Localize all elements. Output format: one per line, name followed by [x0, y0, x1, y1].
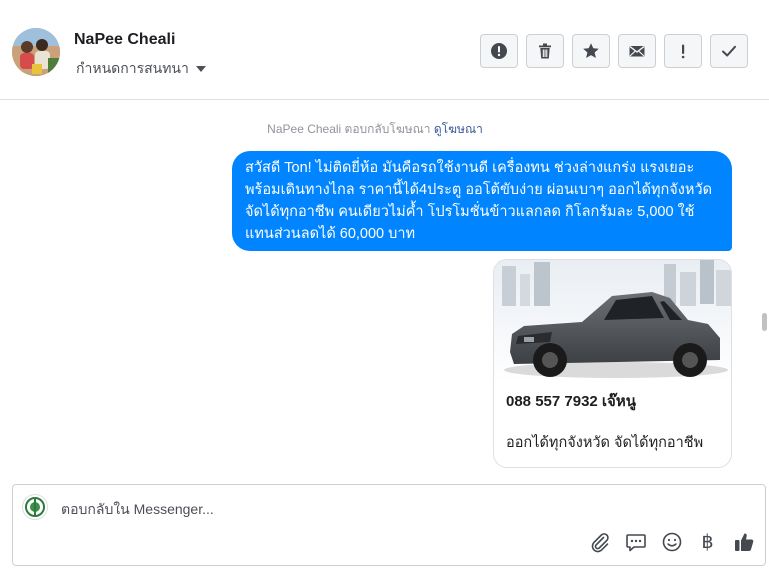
avatar-photo: [12, 28, 60, 76]
mark-done-button[interactable]: [710, 34, 748, 68]
star-button[interactable]: [572, 34, 610, 68]
smiley-icon: [662, 532, 681, 551]
ad-card-title: 088 557 7932 เจ๊หนู: [506, 393, 636, 410]
conversation-settings-label: กำหนดการสนทนา: [76, 60, 189, 76]
contact-name[interactable]: NaPee Cheali: [74, 31, 175, 49]
page-logo-icon: [24, 496, 46, 518]
mark-unread-button[interactable]: [618, 34, 656, 68]
delete-button[interactable]: [526, 34, 564, 68]
mark-spam-button[interactable]: [480, 34, 518, 68]
check-icon: [722, 45, 736, 57]
thread-scrollbar-thumb[interactable]: [762, 313, 767, 331]
contact-avatar[interactable]: [12, 28, 60, 76]
exclamation-icon: [681, 44, 685, 59]
message-thread[interactable]: NaPee Cheali ตอบกลับโฆษณา ดูโฆษณา สวัสดี…: [0, 100, 760, 472]
ad-reply-notice: NaPee Cheali ตอบกลับโฆษณา ดูโฆษณา: [0, 120, 750, 139]
conversation-settings-dropdown[interactable]: กำหนดการสนทนา: [76, 58, 207, 80]
ad-reply-text: NaPee Cheali ตอบกลับโฆษณา: [267, 122, 431, 136]
trash-icon: [539, 43, 551, 59]
ad-card-subtitle: ออกได้ทุกจังหวัด จัดได้ทุกอาชีพ: [506, 435, 704, 451]
ad-card[interactable]: 088 557 7932 เจ๊หนู ออกได้ทุกจังหวัด จัด…: [493, 259, 732, 468]
thumbs-up-icon: [734, 532, 753, 551]
emoji-button[interactable]: [660, 530, 683, 553]
view-ad-link[interactable]: ดูโฆษณา: [434, 122, 483, 136]
reply-input[interactable]: [61, 499, 661, 519]
header-actions: [480, 34, 748, 68]
reply-composer: ฿: [12, 484, 766, 566]
paperclip-icon: [591, 532, 609, 552]
star-icon: [583, 43, 599, 58]
envelope-icon: [629, 46, 645, 57]
mark-important-button[interactable]: [664, 34, 702, 68]
like-button[interactable]: [732, 530, 755, 553]
composer-tools: ฿: [588, 530, 755, 553]
attach-button[interactable]: [588, 530, 611, 553]
alert-icon: [491, 43, 507, 59]
caret-down-icon: [195, 66, 206, 72]
page-avatar: [22, 494, 48, 520]
saved-replies-button[interactable]: [624, 530, 647, 553]
ad-card-image[interactable]: [494, 260, 731, 382]
conversation-header: NaPee Cheali กำหนดการสนทนา: [0, 5, 769, 100]
speech-bubble-icon: [625, 533, 646, 551]
sent-message-bubble[interactable]: สวัสดี Ton! ไม่ติดยี่ห้อ มันคือรถใช้งานด…: [232, 151, 732, 251]
thread-scrollbar[interactable]: [760, 100, 769, 472]
payment-button[interactable]: ฿: [696, 530, 719, 553]
